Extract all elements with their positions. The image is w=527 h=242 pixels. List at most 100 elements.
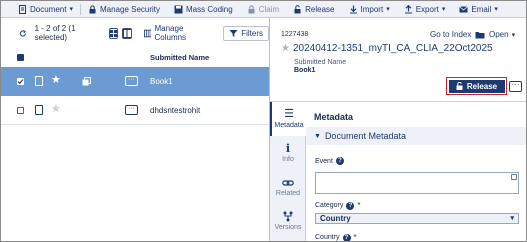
tab-related-label: Related — [275, 189, 301, 197]
country-label: Country — [315, 234, 340, 241]
country-field-label: Country ? * — [315, 233, 357, 242]
tab-metadata-label: Metadata — [274, 122, 304, 129]
import-menu[interactable]: Import ▾ — [342, 1, 397, 18]
manage-security-label: Manage Security — [99, 4, 161, 14]
document-list-panel: 1 - 2 of 2 (1 selected) Manage Columns F… — [1, 18, 269, 241]
row-submitted-name: dhdsntestrohit — [150, 106, 201, 115]
panel-title: Metadata — [314, 112, 354, 122]
unlock-icon — [294, 4, 301, 13]
tab-metadata[interactable]: ☰ Metadata — [270, 102, 306, 136]
document-menu-label: Document — [30, 4, 67, 14]
help-icon[interactable]: ? — [342, 233, 351, 241]
email-icon — [459, 5, 469, 12]
manage-columns-label: Manage Columns — [154, 24, 187, 42]
filters-label: Filters — [241, 28, 263, 38]
release-toolbar-label: Release — [305, 4, 335, 14]
event-field[interactable] — [315, 172, 519, 194]
unlock-icon — [456, 82, 463, 90]
list-icon: ☰ — [284, 108, 294, 120]
filters-button[interactable]: Filters — [223, 25, 269, 41]
copy-icon[interactable] — [82, 77, 91, 86]
document-id: 1227438 — [281, 31, 309, 38]
expand-icon[interactable] — [511, 174, 517, 180]
lock-icon — [89, 4, 96, 13]
save-icon — [174, 5, 183, 13]
selection-count: 1 - 2 of 2 (1 selected) — [34, 24, 76, 42]
chevron-down-icon: ▾ — [510, 215, 514, 222]
table-row[interactable]: ★ ··· dhdsntestrohit — [1, 96, 269, 125]
row-checkbox[interactable] — [17, 78, 24, 85]
versions-icon — [283, 211, 293, 222]
refresh-icon[interactable] — [19, 29, 27, 38]
document-metadata-section[interactable]: ▼ Document Metadata — [306, 127, 526, 145]
document-icon — [35, 76, 43, 86]
export-icon — [404, 4, 412, 13]
chevron-down-icon: ▼ — [314, 132, 321, 140]
list-toolbar: 1 - 2 of 2 (1 selected) Manage Columns F… — [1, 18, 269, 48]
event-label: Event — [315, 157, 333, 165]
claim-label: Claim — [258, 4, 280, 14]
tab-related[interactable]: Related — [270, 170, 306, 204]
release-toolbar-button[interactable]: Release — [286, 1, 341, 18]
document-icon — [35, 105, 43, 115]
release-button[interactable]: Release — [448, 79, 505, 93]
app-frame: Document ▾ Manage Security Mass Coding C… — [0, 0, 527, 242]
category-selected-value: Country — [320, 214, 351, 223]
toolbar: Document ▾ Manage Security Mass Coding C… — [1, 1, 526, 18]
row-checkbox[interactable] — [17, 107, 24, 114]
row-more-button[interactable]: ··· — [125, 76, 138, 86]
document-title: 20240412-1351_myTI_CA_CLIA_22Oct2025 — [293, 43, 493, 54]
row-submitted-name: Book1 — [150, 77, 173, 86]
claim-button[interactable]: Claim — [240, 1, 286, 18]
tab-versions[interactable]: Versions — [270, 204, 306, 238]
filter-icon — [229, 29, 238, 37]
favorite-star-icon[interactable]: ★ — [281, 43, 290, 54]
grid-icon — [109, 29, 117, 37]
release-button-label: Release — [466, 81, 498, 91]
manage-columns-button[interactable]: Manage Columns — [143, 24, 207, 42]
favorite-star-icon[interactable]: ★ — [51, 104, 61, 115]
required-marker: * — [357, 201, 361, 210]
split-view-icon — [123, 29, 131, 37]
row-more-button[interactable]: ··· — [125, 105, 138, 115]
table-row[interactable]: ★ ··· Book1 — [1, 67, 269, 96]
help-icon[interactable]: ? — [335, 157, 344, 165]
mass-coding-label: Mass Coding — [186, 4, 233, 14]
columns-icon — [143, 29, 152, 37]
favorite-star-icon[interactable]: ★ — [51, 75, 61, 86]
required-marker: * — [353, 233, 357, 242]
category-field-label: Category ? * — [315, 201, 361, 210]
category-select[interactable]: Country ▾ — [315, 213, 519, 224]
email-menu[interactable]: Email ▾ — [452, 1, 505, 18]
select-all-checkbox[interactable] — [17, 54, 24, 61]
folder-icon — [475, 31, 485, 38]
go-to-index-link[interactable]: Go to Index — [430, 30, 485, 39]
document-icon — [19, 4, 26, 14]
manage-security-button[interactable]: Manage Security — [81, 1, 167, 18]
column-header-submitted-name[interactable]: Submitted Name — [150, 53, 209, 62]
help-icon[interactable]: ? — [346, 201, 355, 210]
submitted-name-label: Submitted Name — [294, 59, 347, 66]
email-menu-label: Email — [471, 4, 492, 14]
import-menu-label: Import — [360, 4, 384, 14]
document-detail-panel: 1227438 Go to Index Open ▾ ★ 20240412-13… — [270, 18, 526, 242]
detail-side-tabs: ☰ Metadata i Info Related Versions — [270, 102, 306, 241]
tab-versions-label: Versions — [274, 224, 302, 231]
split-view-button[interactable] — [122, 27, 132, 39]
document-menu[interactable]: Document ▾ — [11, 1, 80, 18]
grid-view-button[interactable] — [108, 27, 119, 39]
mass-coding-button[interactable]: Mass Coding — [167, 1, 240, 18]
go-to-index-label: Go to Index — [430, 30, 472, 39]
chevron-down-icon: ▾ — [441, 6, 446, 13]
tab-info-label: Info — [282, 156, 294, 163]
export-menu[interactable]: Export ▾ — [397, 1, 453, 18]
more-actions-button[interactable]: ··· — [509, 81, 522, 92]
chevron-down-icon: ▾ — [69, 6, 73, 13]
chevron-down-icon: ▾ — [386, 6, 390, 13]
open-menu[interactable]: Open ▾ — [489, 30, 515, 39]
section-title: Document Metadata — [324, 131, 406, 141]
submitted-name-value: Book1 — [294, 67, 316, 74]
event-field-label: Event ? — [315, 157, 344, 165]
tab-info[interactable]: i Info — [270, 136, 306, 170]
release-highlight: Release — [446, 77, 507, 95]
